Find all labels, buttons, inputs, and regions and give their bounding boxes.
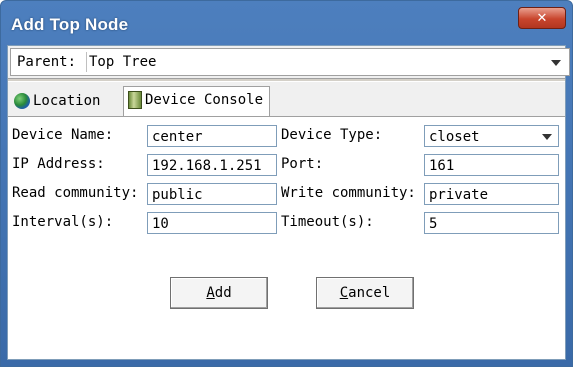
read-community-label: Read community: [12, 185, 139, 201]
globe-icon [14, 93, 30, 109]
cabinet-icon [128, 91, 142, 109]
interval-label: Interval(s): [12, 214, 114, 230]
parent-row: Parent: Top Tree [10, 48, 570, 76]
parent-label: Parent: [17, 54, 77, 70]
tab-location-label: Location [33, 93, 101, 109]
title-bar[interactable]: Add Top Node ✕ [1, 1, 572, 45]
add-button[interactable]: Add [170, 277, 268, 309]
ip-address-label: IP Address: [12, 156, 105, 172]
tab-location[interactable]: Location [14, 88, 100, 114]
chevron-down-icon[interactable] [542, 134, 552, 140]
write-community-label: Write community: [281, 185, 416, 201]
window-title: Add Top Node [11, 15, 129, 34]
dialog-body: Parent: Top Tree Location Device Console… [7, 45, 570, 360]
device-type-select[interactable]: closet [424, 125, 559, 147]
ip-address-input[interactable]: 192.168.1.251 [147, 154, 277, 176]
interval-input[interactable]: 10 [147, 212, 277, 234]
tab-device-console[interactable]: Device Console [123, 86, 271, 117]
device-console-panel: Device Name: center Device Type: closet … [8, 116, 565, 359]
timeout-input[interactable]: 5 [424, 212, 559, 234]
divider [8, 78, 565, 82]
write-community-input[interactable]: private [424, 183, 559, 205]
cancel-button-label: ancel [348, 285, 391, 301]
device-name-input[interactable]: center [147, 125, 277, 147]
cancel-button[interactable]: Cancel [316, 277, 414, 309]
port-input[interactable]: 161 [424, 154, 559, 176]
port-label: Port: [281, 156, 324, 172]
chevron-down-icon[interactable] [547, 53, 565, 71]
read-community-input[interactable]: public [147, 183, 277, 205]
parent-select-value[interactable]: Top Tree [86, 52, 156, 72]
tab-device-console-label: Device Console [145, 92, 264, 108]
device-name-label: Device Name: [12, 127, 114, 143]
add-button-label: dd [214, 285, 232, 301]
device-type-label: Device Type: [281, 127, 383, 143]
close-button[interactable]: ✕ [518, 7, 566, 29]
timeout-label: Timeout(s): [281, 214, 374, 230]
add-top-node-dialog: Add Top Node ✕ Parent: Top Tree Location… [0, 0, 573, 367]
add-button-mnemonic: A [206, 285, 215, 301]
cancel-button-mnemonic: C [339, 285, 349, 301]
device-type-value: closet [429, 129, 480, 145]
